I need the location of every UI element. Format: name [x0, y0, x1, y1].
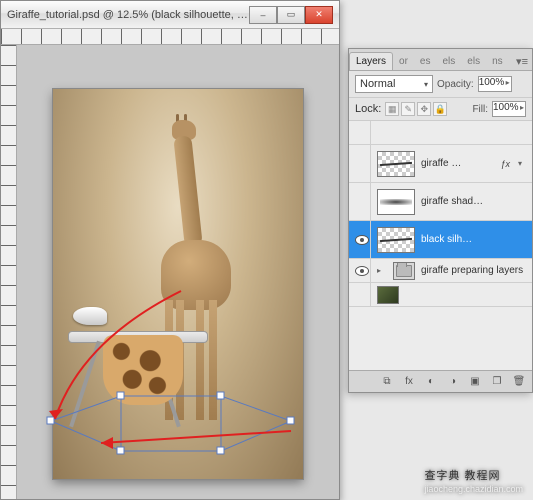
warp-handle[interactable] [117, 447, 124, 454]
warp-handle[interactable] [47, 417, 54, 424]
ruler-horizontal[interactable] [1, 29, 339, 45]
layer-name-label[interactable]: giraffe … [421, 158, 494, 169]
warp-bounding-path[interactable] [51, 396, 291, 451]
layer-group-row[interactable]: ▸ giraffe preparing layers [349, 259, 532, 283]
window-controls: – ▭ ✕ [249, 6, 333, 24]
layer-row[interactable]: giraffe shad… [349, 183, 532, 221]
layers-panel-footer: ⧉ fx ◐ ◑ ▣ ❐ 🗑 [349, 370, 532, 392]
document-window: Giraffe_tutorial.psd @ 12.5% (black silh… [0, 0, 340, 500]
visibility-toggle[interactable] [353, 145, 371, 182]
layers-list[interactable]: giraffe … ƒx ▾ giraffe shad… black silh…… [349, 121, 532, 370]
layer-row[interactable]: giraffe … ƒx ▾ [349, 145, 532, 183]
blend-mode-select[interactable]: Normal ▾ [355, 75, 433, 93]
opacity-label: Opacity: [437, 79, 474, 90]
visibility-toggle[interactable] [353, 221, 371, 258]
link-layers-icon[interactable]: ⧉ [380, 375, 394, 389]
canvas-iron [73, 307, 107, 325]
layer-fx-badge[interactable]: ƒx [500, 159, 512, 169]
delete-layer-icon[interactable]: 🗑 [512, 375, 526, 389]
transform-warp-overlay[interactable] [41, 381, 321, 481]
layer-name-label[interactable]: giraffe preparing layers [421, 265, 528, 276]
panel-tab-strip: Layers or es els els ns ▾≡ [349, 49, 532, 71]
ruler-vertical[interactable] [1, 45, 17, 499]
opacity-field[interactable]: 100% [478, 76, 512, 92]
tab-fragment[interactable]: els [436, 53, 461, 70]
layer-mask-icon[interactable]: ◐ [424, 375, 438, 389]
document-title: Giraffe_tutorial.psd @ 12.5% (black silh… [7, 9, 249, 21]
tab-fragment[interactable]: ns [486, 53, 509, 70]
maximize-button[interactable]: ▭ [277, 6, 305, 24]
warp-handle[interactable] [217, 447, 224, 454]
adjustment-layer-icon[interactable]: ◑ [446, 375, 460, 389]
eye-icon [355, 235, 369, 245]
minimize-button[interactable]: – [249, 6, 277, 24]
layer-thumbnail[interactable] [377, 286, 399, 304]
lock-position-icon[interactable]: ✥ [417, 102, 431, 116]
lock-transparency-icon[interactable]: ▦ [385, 102, 399, 116]
tab-fragment[interactable]: es [414, 53, 437, 70]
new-layer-icon[interactable]: ❐ [490, 375, 504, 389]
lock-pixels-icon[interactable]: ✎ [401, 102, 415, 116]
chevron-right-icon[interactable]: ▸ [377, 266, 387, 275]
annotation-arrow [101, 431, 291, 443]
tab-layers[interactable]: Layers [349, 52, 393, 70]
layer-thumbnail[interactable] [377, 189, 415, 215]
lock-all-icon[interactable]: 🔒 [433, 102, 447, 116]
panel-menu-button[interactable]: ▾≡ [512, 53, 532, 70]
blend-mode-value: Normal [360, 78, 395, 90]
watermark-text: 查字典 教程网 jiaocheng.chazidian.com [424, 466, 523, 494]
panel-blend-row: Normal ▾ Opacity: 100% [349, 71, 532, 98]
annotation-arrowhead [101, 437, 113, 449]
folder-icon [393, 262, 415, 280]
warp-handle[interactable] [287, 417, 294, 424]
warp-handle[interactable] [117, 392, 124, 399]
chevron-down-icon[interactable]: ▾ [518, 159, 528, 168]
panel-lock-row: Lock: ▦ ✎ ✥ 🔒 Fill: 100% [349, 98, 532, 121]
layer-row[interactable] [349, 283, 532, 307]
lock-label: Lock: [355, 103, 381, 115]
layer-thumbnail[interactable] [377, 227, 415, 253]
layer-name-label[interactable]: black silh… [421, 234, 528, 245]
visibility-toggle[interactable] [353, 183, 371, 220]
document-titlebar[interactable]: Giraffe_tutorial.psd @ 12.5% (black silh… [1, 1, 339, 29]
layer-row-selected[interactable]: black silh… [349, 221, 532, 259]
watermark-sub: jiaocheng.chazidian.com [424, 484, 523, 494]
chevron-down-icon: ▾ [424, 80, 428, 89]
layer-spacer-row [349, 121, 532, 145]
watermark-main: 查字典 教程网 [424, 470, 500, 482]
fill-label: Fill: [472, 104, 488, 115]
close-button[interactable]: ✕ [305, 6, 333, 24]
lock-icons-group: ▦ ✎ ✥ 🔒 [385, 102, 447, 116]
layer-name-label[interactable]: giraffe shad… [421, 196, 528, 207]
visibility-toggle[interactable] [353, 259, 371, 282]
layer-style-icon[interactable]: fx [402, 375, 416, 389]
fill-field[interactable]: 100% [492, 101, 526, 117]
new-group-icon[interactable]: ▣ [468, 375, 482, 389]
eye-icon [355, 266, 369, 276]
layer-thumbnail[interactable] [377, 151, 415, 177]
visibility-toggle[interactable] [353, 121, 371, 144]
visibility-toggle[interactable] [353, 283, 371, 306]
tab-fragment[interactable]: els [461, 53, 486, 70]
layers-panel: Layers or es els els ns ▾≡ Normal ▾ Opac… [348, 48, 533, 393]
tab-fragment[interactable]: or [393, 53, 414, 70]
warp-handle[interactable] [217, 392, 224, 399]
